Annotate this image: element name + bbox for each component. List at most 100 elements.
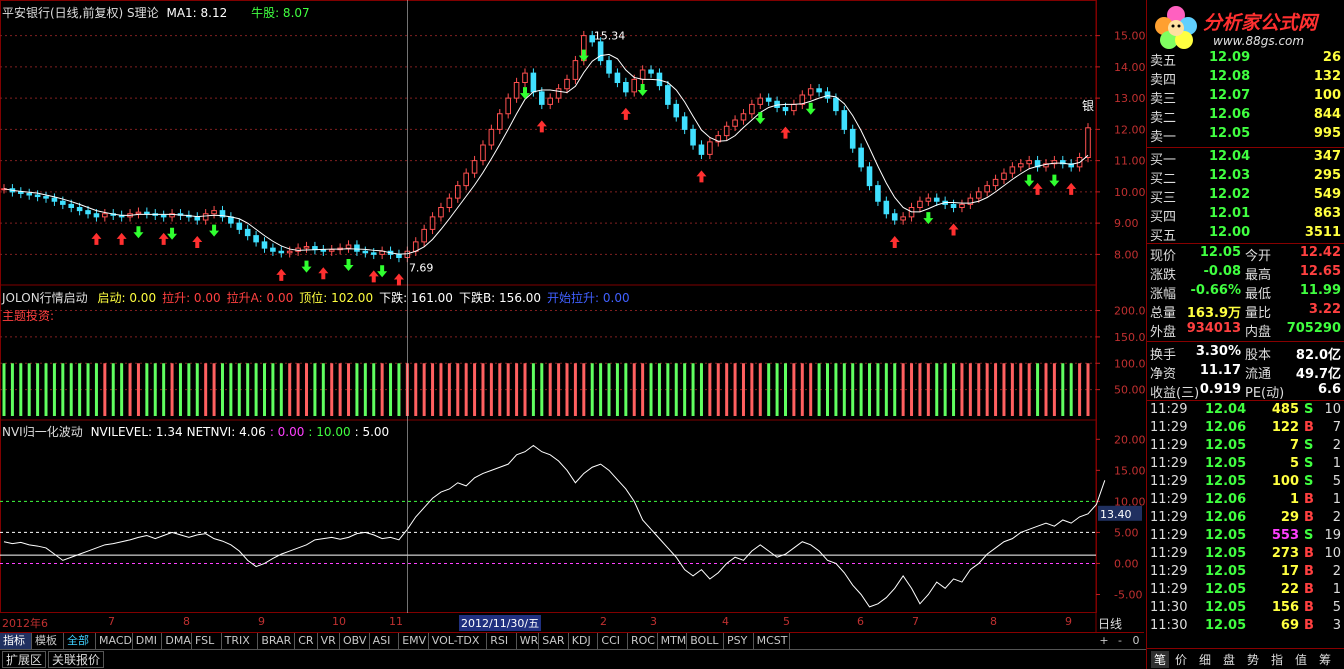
- chart-area[interactable]: 15.00 14.00 13.00 12.00 11.00 10.00 9.00 8.00 15…: [0, 0, 1146, 632]
- buy-row[interactable]: 买五 12.00 3511: [1147, 225, 1344, 244]
- sell-level-label: 卖四: [1150, 73, 1177, 88]
- buy-arrow-icon: [91, 232, 102, 245]
- toolbar-item-mcst[interactable]: MCST: [754, 633, 791, 649]
- buy-arrow-icon: [1032, 182, 1043, 195]
- toolbar-item-kdj[interactable]: KDJ: [569, 633, 599, 649]
- toolbar-item-cci[interactable]: CCI: [598, 633, 628, 649]
- buy-row[interactable]: 买三 12.02 549: [1147, 187, 1344, 206]
- toolbar-item-roc[interactable]: ROC: [628, 633, 658, 649]
- jolon-axis-label: 150.0: [1114, 331, 1146, 344]
- tick-side: B: [1304, 618, 1314, 633]
- right-tab-4[interactable]: 势: [1247, 651, 1259, 668]
- right-tab-7[interactable]: 筹: [1319, 651, 1331, 668]
- quote-label: 股本: [1245, 348, 1272, 363]
- right-tab-0[interactable]: 笔: [1151, 651, 1170, 668]
- tick-price: 12.05: [1205, 474, 1247, 489]
- buy-level-label: 买一: [1150, 153, 1177, 168]
- toolbar-item-vr[interactable]: VR: [318, 633, 340, 649]
- sell-row[interactable]: 卖二 12.06 844: [1147, 107, 1344, 126]
- tick-price: 12.06: [1205, 510, 1247, 525]
- quote-value: 3.30%: [1195, 344, 1241, 359]
- toolbar-item-sar[interactable]: SAR: [539, 633, 569, 649]
- toolbar-item-fsl[interactable]: FSL: [192, 633, 222, 649]
- right-tab-2[interactable]: 细: [1199, 651, 1211, 668]
- tick-volume: 7: [1289, 438, 1299, 453]
- toolbar-item-wr[interactable]: WR: [517, 633, 540, 649]
- sell-row[interactable]: 卖五 12.09 26: [1147, 50, 1344, 69]
- bottom-tab-0[interactable]: 扩展区: [2, 651, 47, 668]
- right-tab-5[interactable]: 指: [1271, 651, 1283, 668]
- sell-row[interactable]: 卖四 12.08 132: [1147, 69, 1344, 88]
- toolbar-item-cr[interactable]: CR: [295, 633, 318, 649]
- sell-arrow-icon: [167, 227, 178, 240]
- stock-title: 平安银行(日线,前复权): [2, 6, 124, 20]
- buy-row[interactable]: 买一 12.04 347: [1147, 149, 1344, 168]
- toolbar-item-dma[interactable]: DMA: [162, 633, 192, 649]
- sell-row[interactable]: 卖三 12.07 100: [1147, 88, 1344, 107]
- tick-row: 11:30 12.05 156 B 5: [1147, 600, 1344, 618]
- toolbar-item-psy[interactable]: PSY: [724, 633, 754, 649]
- quote-label: 现价: [1150, 249, 1177, 264]
- toolbar-item-emv[interactable]: EMV: [399, 633, 429, 649]
- toolbar-item-mtm[interactable]: MTM: [658, 633, 688, 649]
- candle-body: [194, 216, 201, 221]
- price-axis-label: 12.00: [1114, 123, 1146, 136]
- nvi-name: NVI归一化波动: [2, 425, 83, 439]
- buy-volume: 347: [1313, 149, 1341, 164]
- toolbar-item-boll[interactable]: BOLL: [687, 633, 724, 649]
- toolbar-item-dmi[interactable]: DMI: [133, 633, 163, 649]
- bottom-tab-1[interactable]: 关联报价: [48, 651, 105, 668]
- x-axis-label: 7: [912, 615, 919, 628]
- x-axis-label: 9: [258, 615, 265, 628]
- x-axis-label: 2: [600, 615, 607, 628]
- price-axis-label: 10.00: [1114, 186, 1146, 199]
- candle-body: [144, 211, 150, 215]
- toolbar-item-指标[interactable]: 指标: [0, 633, 32, 649]
- nvi-line: [3, 444, 1106, 608]
- zoom-button-0[interactable]: +: [1096, 633, 1112, 649]
- x-axis-label: 10: [332, 615, 346, 628]
- bull-label: 牛股: 8.07: [251, 6, 310, 20]
- quote-value: 12.42: [1299, 245, 1341, 260]
- candle-body: [757, 97, 764, 105]
- candle-body: [690, 128, 696, 146]
- zoom-button-1[interactable]: -: [1112, 633, 1128, 649]
- nvi-axis-label: 15.00: [1114, 464, 1146, 477]
- buy-row[interactable]: 买四 12.01 863: [1147, 206, 1344, 225]
- toolbar-item-brar[interactable]: BRAR: [258, 633, 296, 649]
- buy-price: 12.03: [1209, 168, 1251, 183]
- candle-body: [1017, 163, 1024, 168]
- tick-price: 12.05: [1205, 618, 1247, 633]
- toolbar-item-asi[interactable]: ASI: [370, 633, 400, 649]
- toolbar-item-macd[interactable]: MACD: [96, 633, 133, 649]
- tick-side: S: [1304, 456, 1314, 471]
- tick-row: 11:29 12.04 485 S 10: [1147, 402, 1344, 420]
- right-tab-6[interactable]: 值: [1295, 651, 1307, 668]
- sell-row[interactable]: 卖一 12.05 995: [1147, 126, 1344, 145]
- tick-row: 11:29 12.05 5 S 1: [1147, 456, 1344, 474]
- toolbar-item-全部[interactable]: 全部: [64, 633, 96, 649]
- buy-row[interactable]: 买二 12.03 295: [1147, 168, 1344, 187]
- jolon-name: JOLON行情启动: [2, 291, 88, 305]
- quote-row: 现价 12.05 今开 12.42: [1147, 245, 1344, 264]
- bottom-bar: 扩展区 关联报价: [0, 649, 1146, 669]
- right-tab-1[interactable]: 价: [1175, 651, 1187, 668]
- right-tab-3[interactable]: 盘: [1223, 651, 1235, 668]
- tick-volume: 553: [1271, 528, 1299, 543]
- candle-body: [454, 185, 461, 199]
- toolbar-item-rsi[interactable]: RSI: [487, 633, 517, 649]
- quote-row: 总量 163.9万 量比 3.22: [1147, 302, 1344, 321]
- toolbar-item-vol-tdx[interactable]: VOL-TDX: [429, 633, 488, 649]
- zoom-button-2[interactable]: 0: [1128, 633, 1144, 649]
- quote-value: 49.7亿: [1295, 367, 1341, 382]
- nvi-value-4: : 5.00: [354, 425, 390, 439]
- indicator-name: S理论: [127, 6, 159, 20]
- toolbar-item-trix[interactable]: TRIX: [222, 633, 259, 649]
- candle-body: [782, 107, 789, 112]
- candle-body: [236, 222, 243, 230]
- toolbar-item-obv[interactable]: OBV: [340, 633, 370, 649]
- toolbar-item-模板[interactable]: 模板: [32, 633, 64, 649]
- period-label[interactable]: 日线: [1098, 615, 1122, 632]
- tick-price: 12.05: [1205, 456, 1247, 471]
- tick-time: 11:29: [1150, 582, 1188, 597]
